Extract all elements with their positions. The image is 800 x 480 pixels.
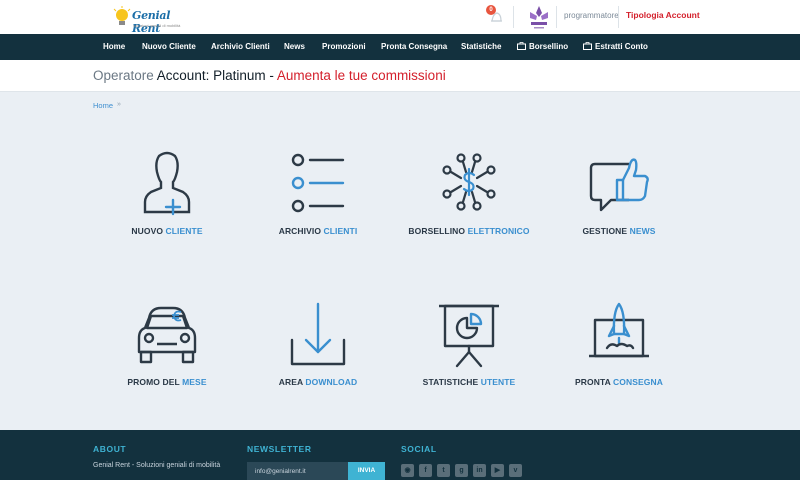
tile-label-word1: ARCHIVIO <box>278 226 322 236</box>
list-icon <box>291 153 345 213</box>
footer-about-text: Genial Rent - Soluzioni geniali di mobil… <box>93 462 221 469</box>
nav-pronta-consegna[interactable]: Pronta Consegna <box>381 34 447 60</box>
tile-area-download[interactable]: AREA DOWNLOAD <box>243 300 393 420</box>
tile-label-word1: PROMO DEL <box>127 377 180 387</box>
nav-home[interactable]: Home <box>103 34 125 60</box>
tile-label-word2: DOWNLOAD <box>305 377 358 387</box>
add-user-icon <box>143 151 191 216</box>
tile-label-word1: AREA <box>278 377 303 387</box>
google-plus-icon[interactable]: g <box>455 464 468 477</box>
tile-label-word2: CLIENTI <box>323 226 358 236</box>
tile-label: STATISTICHE UTENTE <box>394 377 544 387</box>
tile-label: PRONTA CONSEGNA <box>544 377 694 387</box>
tile-label-word1: GESTIONE <box>582 226 628 236</box>
thumbs-up-chat-icon <box>589 158 649 212</box>
tile-label: GESTIONE NEWS <box>544 226 694 236</box>
footer-newsletter-title: NEWSLETTER <box>247 444 312 454</box>
logo-brand: Genial Rent <box>132 9 171 35</box>
nav-news[interactable]: News <box>284 34 305 60</box>
nav-borsellino-label: Borsellino <box>529 42 569 51</box>
divider <box>513 6 514 28</box>
tile-borsellino-elettronico[interactable]: BORSELLINO ELETTRONICO <box>394 150 544 270</box>
newsletter-email-input[interactable] <box>247 462 348 480</box>
notification-badge: 0 <box>486 5 496 15</box>
linkedin-icon[interactable]: in <box>473 464 486 477</box>
briefcase-icon <box>583 42 592 50</box>
briefcase-icon <box>517 42 526 50</box>
nav-estratti-conto-label: Estratti Conto <box>595 42 648 51</box>
vimeo-icon[interactable]: v <box>509 464 522 477</box>
tile-label-word2: CLIENTE <box>165 226 203 236</box>
tile-pronta-consegna[interactable]: PRONTA CONSEGNA <box>544 300 694 420</box>
tile-label: AREA DOWNLOAD <box>243 377 393 387</box>
tile-label: ARCHIVIO CLIENTI <box>243 226 393 236</box>
top-bar: Genial Rent soluzioni geniali di mobilit… <box>0 0 800 35</box>
partner-logo-icon <box>530 6 548 29</box>
rss-icon[interactable]: ◉ <box>401 464 414 477</box>
tile-label-word2: NEWS <box>629 226 656 236</box>
tile-statistiche-utente[interactable]: STATISTICHE UTENTE <box>394 300 544 420</box>
breadcrumb-home[interactable]: Home <box>93 101 113 110</box>
tile-label: NUOVO CLIENTE <box>92 226 242 236</box>
notifications-button[interactable]: 0 <box>486 5 506 26</box>
presentation-chart-icon <box>439 304 499 368</box>
tile-promo-del-mese[interactable]: PROMO DEL MESE <box>92 300 242 420</box>
nav-archivio-clienti[interactable]: Archivio Clienti <box>211 34 270 60</box>
facebook-icon[interactable]: f <box>419 464 432 477</box>
footer: ABOUT Genial Rent - Soluzioni geniali di… <box>0 430 800 480</box>
rocket-monitor-icon <box>589 302 649 358</box>
tile-label-word2: ELETTRONICO <box>467 226 530 236</box>
tile-label-word1: BORSELLINO <box>408 226 466 236</box>
tile-label-word1: PRONTA <box>575 377 611 387</box>
operator-dash: - <box>265 68 277 83</box>
tile-label-word2: MESE <box>182 377 207 387</box>
account-level: Account: Platinum <box>156 68 266 83</box>
tile-nuovo-cliente[interactable]: NUOVO CLIENTE <box>92 150 242 270</box>
wallet-network-icon <box>442 153 496 211</box>
operator-heading: Operatore Account: Platinum - Aumenta le… <box>93 68 446 83</box>
nav-statistiche[interactable]: Statistiche <box>461 34 501 60</box>
car-icon <box>137 306 197 364</box>
tile-label-word2: UTENTE <box>480 377 516 387</box>
newsletter-submit-button[interactable]: INVIA <box>348 462 385 480</box>
twitter-icon[interactable]: t <box>437 464 450 477</box>
operator-band: Operatore Account: Platinum - Aumenta le… <box>0 60 800 92</box>
tile-gestione-news[interactable]: GESTIONE NEWS <box>544 150 694 270</box>
nav-borsellino[interactable]: Borsellino <box>517 34 568 60</box>
breadcrumb-separator: » <box>117 101 121 108</box>
tile-label-word2: CONSEGNA <box>613 377 663 387</box>
tile-label-word1: STATISTICHE <box>422 377 479 387</box>
account-type-link[interactable]: Tipologia Account <box>626 10 700 20</box>
nav-estratti-conto[interactable]: Estratti Conto <box>583 34 648 60</box>
main-nav: Home Nuovo Cliente Archivio Clienti News… <box>0 34 800 60</box>
tile-label: BORSELLINO ELETTRONICO <box>394 226 544 236</box>
commission-promo-link[interactable]: Aumenta le tue commissioni <box>277 68 446 83</box>
tile-label-word1: NUOVO <box>131 226 164 236</box>
logo[interactable]: Genial Rent soluzioni geniali di mobilit… <box>110 4 182 35</box>
footer-about-title: ABOUT <box>93 444 127 454</box>
youtube-icon[interactable]: ▶ <box>491 464 504 477</box>
operator-label: Operatore <box>93 68 157 83</box>
user-link[interactable]: programmatore <box>564 11 619 20</box>
download-icon <box>290 302 346 366</box>
nav-nuovo-cliente[interactable]: Nuovo Cliente <box>142 34 196 60</box>
tile-label: PROMO DEL MESE <box>92 377 242 387</box>
divider <box>556 6 557 28</box>
nav-promozioni[interactable]: Promozioni <box>322 34 366 60</box>
footer-social-title: SOCIAL <box>401 444 437 454</box>
divider <box>618 6 619 28</box>
logo-tagline: soluzioni geniali di mobilità <box>133 23 181 28</box>
lightbulb-icon <box>113 6 131 25</box>
tile-archivio-clienti[interactable]: ARCHIVIO CLIENTI <box>243 150 393 270</box>
